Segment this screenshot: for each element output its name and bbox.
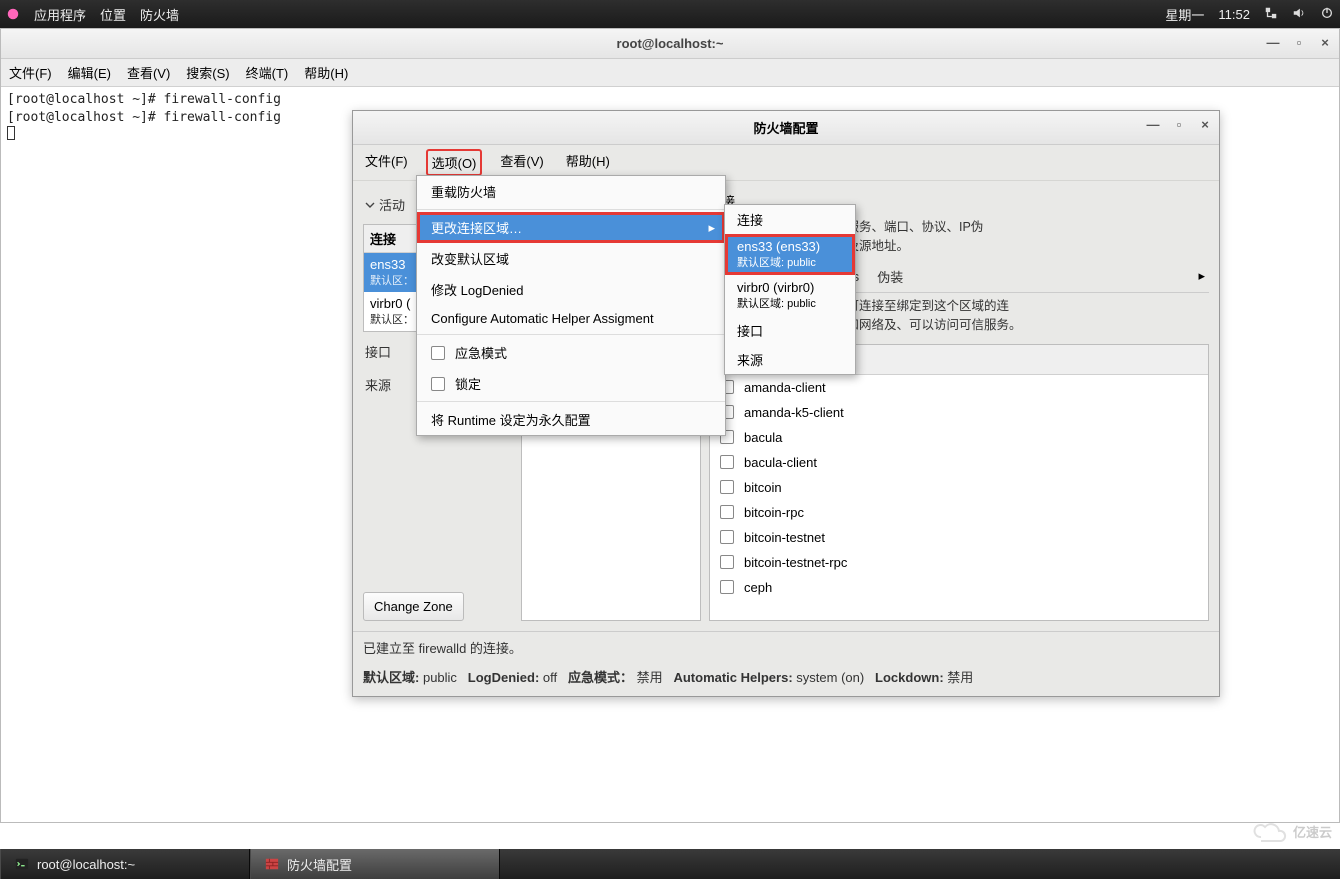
volume-icon[interactable] <box>1292 6 1306 23</box>
tab-masquerade[interactable]: 伪装 <box>877 267 903 286</box>
menu-runtime-permanent[interactable]: 将 Runtime 设定为永久配置 <box>417 404 725 435</box>
fw-menu-file[interactable]: 文件(F) <box>361 149 412 176</box>
clock-label: 11:52 <box>1218 7 1250 22</box>
term-menu-help[interactable]: 帮助(H) <box>304 63 348 82</box>
terminal-title: root@localhost:~ <box>617 36 724 51</box>
service-row[interactable]: amanda-client <box>710 375 1208 400</box>
submenu-sources[interactable]: 来源 <box>725 345 855 374</box>
menu-lockdown[interactable]: 锁定 <box>417 368 725 399</box>
checkbox[interactable] <box>720 555 734 569</box>
watermark-logo: 亿速云 <box>1249 819 1332 843</box>
network-icon[interactable] <box>1264 6 1278 23</box>
fw-menu-help[interactable]: 帮助(H) <box>562 149 614 176</box>
menu-change-default-zone[interactable]: 改变默认区域 <box>417 243 725 274</box>
apps-menu[interactable]: 应用程序 <box>34 5 86 24</box>
service-row[interactable]: bitcoin-rpc <box>710 500 1208 525</box>
places-menu[interactable]: 位置 <box>100 5 126 24</box>
submenu-interfaces[interactable]: 接口 <box>725 316 855 345</box>
fw-maximize-button[interactable]: ▫ <box>1171 116 1187 132</box>
service-row[interactable]: bitcoin-testnet <box>710 525 1208 550</box>
connection-zone-submenu[interactable]: 连接 ens33 (ens33) 默认区域: public virbr0 (vi… <box>724 204 856 375</box>
firewall-menu[interactable]: 防火墙 <box>140 5 179 24</box>
service-row[interactable]: bitcoin <box>710 475 1208 500</box>
checkbox[interactable] <box>720 505 734 519</box>
terminal-titlebar: root@localhost:~ — ▫ × <box>1 29 1339 59</box>
menu-reload[interactable]: 重载防火墙 <box>417 176 725 207</box>
term-menu-view[interactable]: 查看(V) <box>127 63 170 82</box>
terminal-cursor <box>7 126 15 140</box>
taskbar[interactable]: root@localhost:~ 防火墙配置 <box>0 849 1340 879</box>
service-row[interactable]: bacula-client <box>710 450 1208 475</box>
maximize-button[interactable]: ▫ <box>1291 34 1307 50</box>
connection-status: 已建立至 firewalld 的连接。 <box>353 631 1219 663</box>
checkbox[interactable] <box>720 455 734 469</box>
submenu-virbr0[interactable]: virbr0 (virbr0) 默认区域: public <box>725 275 855 316</box>
terminal-icon <box>15 857 29 871</box>
term-menu-search[interactable]: 搜索(S) <box>186 63 229 82</box>
fw-minimize-button[interactable]: — <box>1145 116 1161 132</box>
bindings-label: 活动 <box>379 195 405 214</box>
power-icon[interactable] <box>1320 6 1334 23</box>
menu-panic-mode[interactable]: 应急模式 <box>417 337 725 368</box>
submenu-conn-label[interactable]: 连接 <box>725 205 855 234</box>
activities-icon[interactable] <box>6 7 20 21</box>
firewall-titlebar: 防火墙配置 — ▫ × <box>353 111 1219 145</box>
service-row[interactable]: bacula <box>710 425 1208 450</box>
terminal-menubar[interactable]: 文件(F) 编辑(E) 查看(V) 搜索(S) 终端(T) 帮助(H) <box>1 59 1339 87</box>
checkbox[interactable] <box>720 580 734 594</box>
term-menu-edit[interactable]: 编辑(E) <box>68 63 111 82</box>
submenu-ens33[interactable]: ens33 (ens33) 默认区域: public <box>725 234 855 275</box>
weekday-label: 星期一 <box>1165 5 1204 24</box>
menu-auto-helper[interactable]: Configure Automatic Helper Assigment <box>417 305 725 332</box>
options-dropdown[interactable]: 重载防火墙 更改连接区域… ▸ 改变默认区域 修改 LogDenied Conf… <box>416 175 726 436</box>
service-row[interactable]: bitcoin-testnet-rpc <box>710 550 1208 575</box>
firewall-title: 防火墙配置 <box>753 118 818 137</box>
fw-close-button[interactable]: × <box>1197 116 1213 132</box>
minimize-button[interactable]: — <box>1265 34 1281 50</box>
services-list[interactable]: 服务 amanda-client amanda-k5-client bacula… <box>709 344 1209 622</box>
term-menu-file[interactable]: 文件(F) <box>9 63 52 82</box>
menu-log-denied[interactable]: 修改 LogDenied <box>417 274 725 305</box>
fw-menu-view[interactable]: 查看(V) <box>496 149 547 176</box>
tab-overflow-icon[interactable]: ▸ <box>1198 268 1209 284</box>
change-zone-button[interactable]: Change Zone <box>363 592 464 621</box>
taskbar-terminal[interactable]: root@localhost:~ <box>0 849 250 879</box>
cloud-icon <box>1249 819 1289 843</box>
taskbar-firewall[interactable]: 防火墙配置 <box>250 849 500 879</box>
fw-menu-options[interactable]: 选项(O) <box>426 149 483 176</box>
close-button[interactable]: × <box>1317 34 1333 50</box>
firewall-icon <box>265 857 279 871</box>
menu-change-connection-zone[interactable]: 更改连接区域… ▸ <box>417 212 725 243</box>
checkbox[interactable] <box>720 480 734 494</box>
system-bar: 应用程序 位置 防火墙 星期一 11:52 <box>0 0 1340 28</box>
chevron-right-icon: ▸ <box>708 220 715 236</box>
footer-status: 默认区域: public LogDenied: off 应急模式： 禁用 Aut… <box>353 663 1219 696</box>
term-menu-terminal[interactable]: 终端(T) <box>246 63 289 82</box>
service-row[interactable]: amanda-k5-client <box>710 400 1208 425</box>
checkbox[interactable] <box>720 530 734 544</box>
chevron-down-icon <box>365 200 375 210</box>
service-row[interactable]: ceph <box>710 575 1208 600</box>
